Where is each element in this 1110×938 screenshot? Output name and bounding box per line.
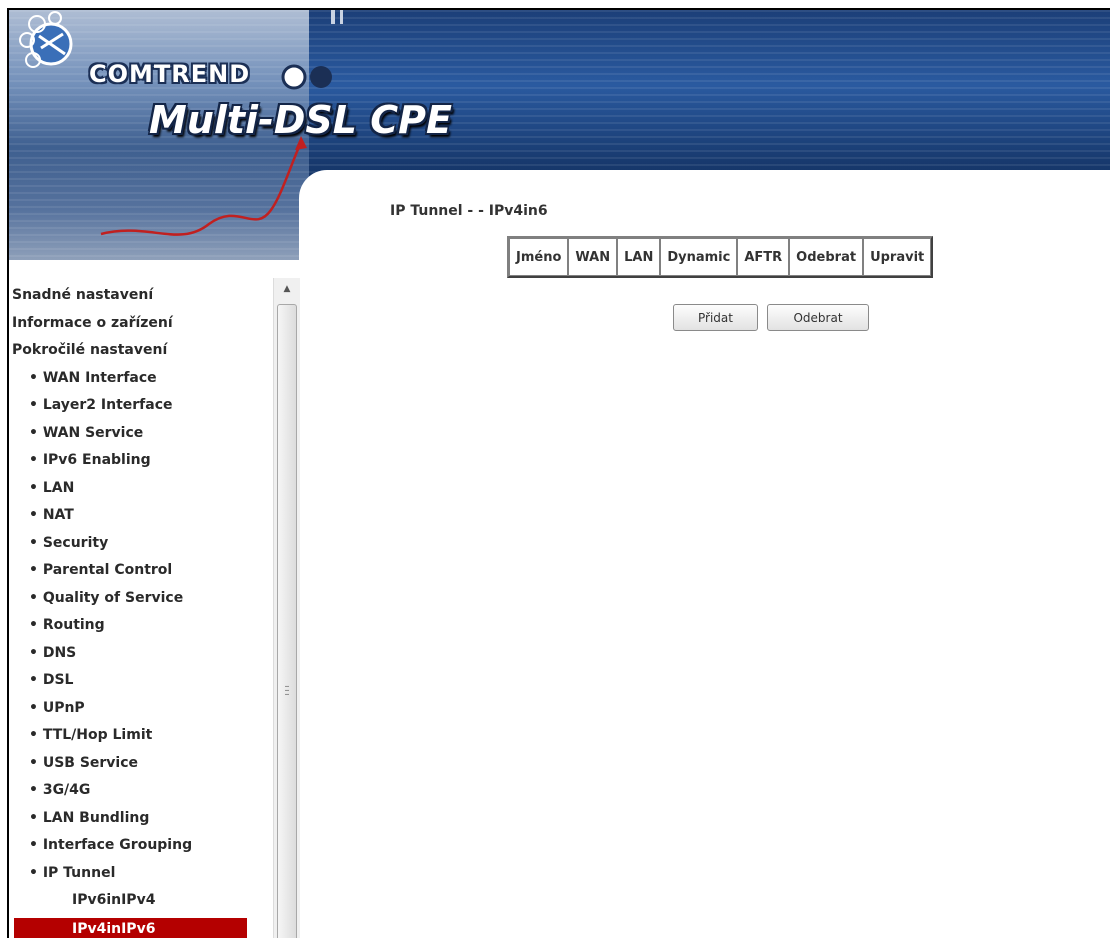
- column-header-remove: Odebrat: [789, 238, 863, 276]
- sidebar-item-usb-service[interactable]: USB Service: [9, 750, 271, 778]
- sidebar-item-layer2-interface[interactable]: Layer2 Interface: [9, 392, 271, 420]
- sidebar-item-nat[interactable]: NAT: [9, 502, 271, 530]
- add-button[interactable]: Přidat: [673, 304, 758, 331]
- column-header-name: Jméno: [509, 238, 568, 276]
- scrollbar-thumb[interactable]: –––: [277, 304, 297, 938]
- sidebar-item-informace-o-za-zen[interactable]: Informace o zařízení: [9, 310, 271, 338]
- remove-button[interactable]: Odebrat: [767, 304, 869, 331]
- sidebar-item-upnp[interactable]: UPnP: [9, 695, 271, 723]
- sidebar-item-snadn-nastaven[interactable]: Snadné nastavení: [9, 282, 271, 310]
- router-web-ui: COMTREND Multi-DSL CPE IP Tunnel - - IPv…: [7, 8, 1110, 938]
- column-header-dynamic: Dynamic: [660, 238, 737, 276]
- sidebar-item-wan-service[interactable]: WAN Service: [9, 420, 271, 448]
- product-name: Multi-DSL CPE: [149, 98, 452, 142]
- sidebar-item-ipv6inipv4[interactable]: IPv6inIPv4: [9, 887, 271, 915]
- sidebar-item-lan-bundling[interactable]: LAN Bundling: [9, 805, 271, 833]
- column-header-wan: WAN: [568, 238, 617, 276]
- trend-arrow-icon: [101, 142, 301, 235]
- sidebar-item-dns[interactable]: DNS: [9, 640, 271, 668]
- sidebar-item-pokro-il-nastaven[interactable]: Pokročilé nastavení: [9, 337, 271, 365]
- sidebar-item-dsl[interactable]: DSL: [9, 667, 271, 695]
- main-content: IP Tunnel - - IPv4in6 Jméno WAN LAN Dyna…: [299, 170, 1110, 938]
- sidebar-item-ipv4inipv6[interactable]: IPv4inIPv6: [14, 918, 247, 938]
- sidebar-item-3g-4g[interactable]: 3G/4G: [9, 777, 271, 805]
- page-title: IP Tunnel - - IPv4in6: [390, 203, 548, 219]
- column-header-aftr: AFTR: [737, 238, 789, 276]
- sidebar-item-ttl-hop-limit[interactable]: TTL/Hop Limit: [9, 722, 271, 750]
- sidebar-item-ip-tunnel[interactable]: IP Tunnel: [9, 860, 271, 888]
- sidebar-item-interface-grouping[interactable]: Interface Grouping: [9, 832, 271, 860]
- sidebar-menu: Snadné nastaveníInformace o zařízeníPokr…: [9, 278, 301, 938]
- sidebar-item-ipv6-enabling[interactable]: IPv6 Enabling: [9, 447, 271, 475]
- sidebar-item-quality-of-service[interactable]: Quality of Service: [9, 585, 271, 613]
- sidebar-item-wan-interface[interactable]: WAN Interface: [9, 365, 271, 393]
- grip-icon: –––: [282, 685, 292, 697]
- sidebar-item-routing[interactable]: Routing: [9, 612, 271, 640]
- column-header-edit: Upravit: [863, 238, 931, 276]
- sidebar-item-security[interactable]: Security: [9, 530, 271, 558]
- brand-dots-icon: [283, 66, 332, 88]
- table-header-row: Jméno WAN LAN Dynamic AFTR Odebrat Uprav…: [509, 238, 931, 276]
- comtrend-flower-logo-icon: [20, 12, 71, 67]
- brand-logo-text: COMTREND: [89, 60, 250, 88]
- sidebar-item-lan[interactable]: LAN: [9, 475, 271, 503]
- tunnel-table: Jméno WAN LAN Dynamic AFTR Odebrat Uprav…: [507, 236, 933, 278]
- sidebar-item-parental-control[interactable]: Parental Control: [9, 557, 271, 585]
- sidebar-scrollbar[interactable]: ▲ –––: [273, 278, 300, 938]
- column-header-lan: LAN: [617, 238, 660, 276]
- sidebar-list: Snadné nastaveníInformace o zařízeníPokr…: [9, 282, 271, 938]
- scroll-up-arrow-icon[interactable]: ▲: [274, 278, 300, 300]
